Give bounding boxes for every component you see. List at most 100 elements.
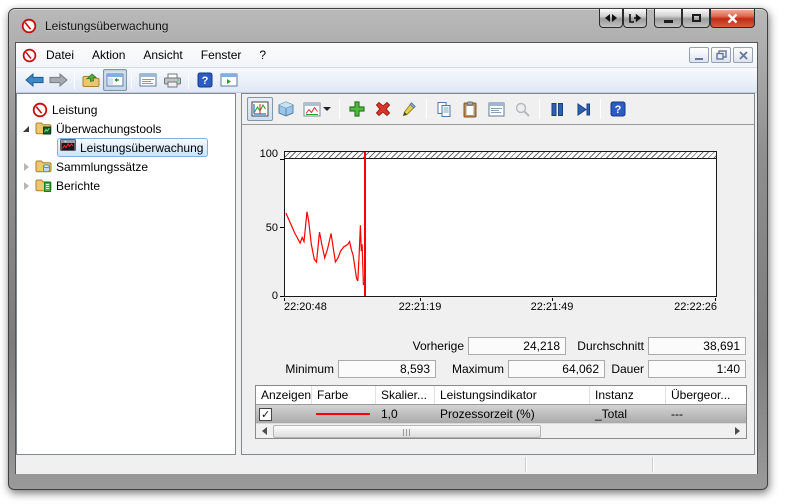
properties-button[interactable] [136,69,160,91]
cube-icon [278,100,294,117]
forward-arrow-icon [49,73,68,87]
y-axis-tick-label: 50 [265,222,278,234]
stat-value-maximum: 64,062 [508,360,605,378]
maximize-icon [691,14,701,22]
maximize-button[interactable] [682,9,710,28]
svg-text:?: ? [615,104,622,116]
change-graph-type-button[interactable] [299,97,335,121]
tree-item-label: Leistung [52,102,98,117]
column-header-instanz[interactable]: Instanz [590,386,666,404]
tree-item-sammlungssaetze[interactable]: Sammlungssätze [17,157,235,176]
highlight-button[interactable] [396,97,422,121]
column-header-skalierung[interactable]: Skalier... [376,386,435,404]
action-pane-toggle-button[interactable] [217,69,241,91]
pop-out-button[interactable] [623,9,647,28]
stat-label-vorherige: Vorherige [412,339,464,353]
help-button[interactable]: ? [605,97,631,121]
toolbar-separator [131,71,132,89]
main-toolbar: ? [16,68,757,93]
menu-aktion[interactable]: Aktion [83,45,134,66]
update-data-button[interactable] [570,97,596,121]
mdi-close-button[interactable] [733,47,753,63]
chart-view-button[interactable] [247,97,273,121]
folder-collector-icon [35,158,52,176]
tree-item-label: Überwachungstools [56,121,162,136]
titlebar[interactable]: Leistungsüberwachung [9,9,767,42]
stat-label-maximum: Maximum [451,362,504,376]
back-button[interactable] [22,69,46,91]
menu-fenster[interactable]: Fenster [192,45,251,66]
clipboard-icon [463,101,477,117]
toolbar-separator [339,99,340,119]
scrollbar-thumb[interactable] [273,424,541,438]
minimize-button[interactable] [654,9,682,28]
chart-svg [285,211,364,286]
menubar: Datei Aktion Ansicht Fenster ? [16,43,757,68]
back-arrow-icon [24,73,43,87]
folder-up-icon [82,72,100,87]
folder-report-icon [35,177,52,195]
context-switch-button[interactable] [599,9,623,28]
collapsed-arrow-icon[interactable] [24,181,29,190]
tree-item-berichte[interactable]: Berichte [17,176,235,195]
up-level-button[interactable] [79,69,103,91]
toolbar-separator [74,71,75,89]
x-axis-tick-label: 22:20:48 [284,301,327,313]
column-header-uebergeordnet[interactable]: Übergeor... [666,386,746,404]
properties-button[interactable] [483,97,509,121]
copy-properties-button[interactable] [431,97,457,121]
step-forward-icon [577,102,590,116]
console-tree-panel: Leistung Überwachungstools Leistungsüber… [16,93,236,455]
counter-row[interactable]: 1,0 Prozessorzeit (%) _Total --- [256,405,746,423]
mdi-window-buttons [689,47,753,63]
mdi-restore-button[interactable] [711,47,731,63]
column-header-farbe[interactable]: Farbe [312,386,376,404]
toolbar-separator [426,99,427,119]
perfmon-logo-icon [22,48,37,63]
zoom-button[interactable] [509,97,535,121]
counter-table-header: Anzeigen Farbe Skalier... Leistungsindik… [256,386,746,405]
tree-item-ueberwachungstools[interactable]: Überwachungstools [17,119,235,138]
magnifier-icon [515,102,530,117]
print-button[interactable] [160,69,184,91]
tree-item-label: Leistungsüberwachung [80,140,204,155]
menu-datei[interactable]: Datei [37,45,83,66]
restore-icon [715,50,727,60]
close-button[interactable] [710,9,755,28]
mdi-minimize-button[interactable] [689,47,709,63]
pause-icon [551,102,563,116]
window-body: Datei Aktion Ansicht Fenster ? ? Leistun… [15,42,758,474]
forward-button[interactable] [46,69,70,91]
graph-type-icon [303,102,321,116]
menu-ansicht[interactable]: Ansicht [134,45,191,66]
add-counter-button[interactable] [344,97,370,121]
tree-item-leistung[interactable]: Leistung [17,100,235,119]
svg-text:?: ? [202,75,209,87]
counter-instance: _Total [595,407,628,421]
perfmon-logo-icon [21,18,37,34]
delete-counter-button[interactable] [370,97,396,121]
scroll-left-button[interactable] [256,424,273,439]
console-tree-toggle-button[interactable] [103,69,127,91]
counter-color-swatch [316,413,370,415]
menu-hilfe[interactable]: ? [250,45,275,66]
y-axis-tick-label: 0 [271,290,278,302]
tree-item-leistungsueberwachung[interactable]: Leistungsüberwachung [17,138,235,157]
x-axis-tick-label: 22:21:49 [530,301,574,313]
log-data-button[interactable] [273,97,299,121]
column-header-anzeigen[interactable]: Anzeigen [256,386,312,404]
scroll-right-button[interactable] [729,424,746,439]
freeze-display-button[interactable] [544,97,570,121]
help-button[interactable]: ? [193,69,217,91]
expanded-arrow-icon[interactable] [23,125,29,132]
column-header-leistungsindikator[interactable]: Leistungsindikator [435,386,590,404]
right-arrow-icon [735,427,740,435]
show-counter-checkbox[interactable] [259,407,272,421]
horizontal-scrollbar[interactable] [256,423,746,438]
collapsed-arrow-icon[interactable] [24,162,29,171]
content-area: Leistung Überwachungstools Leistungsüber… [16,93,757,455]
paste-counter-list-button[interactable] [457,97,483,121]
tree-item-label: Berichte [56,178,101,193]
performance-monitor-icon [60,139,76,156]
statusbar [16,455,757,474]
